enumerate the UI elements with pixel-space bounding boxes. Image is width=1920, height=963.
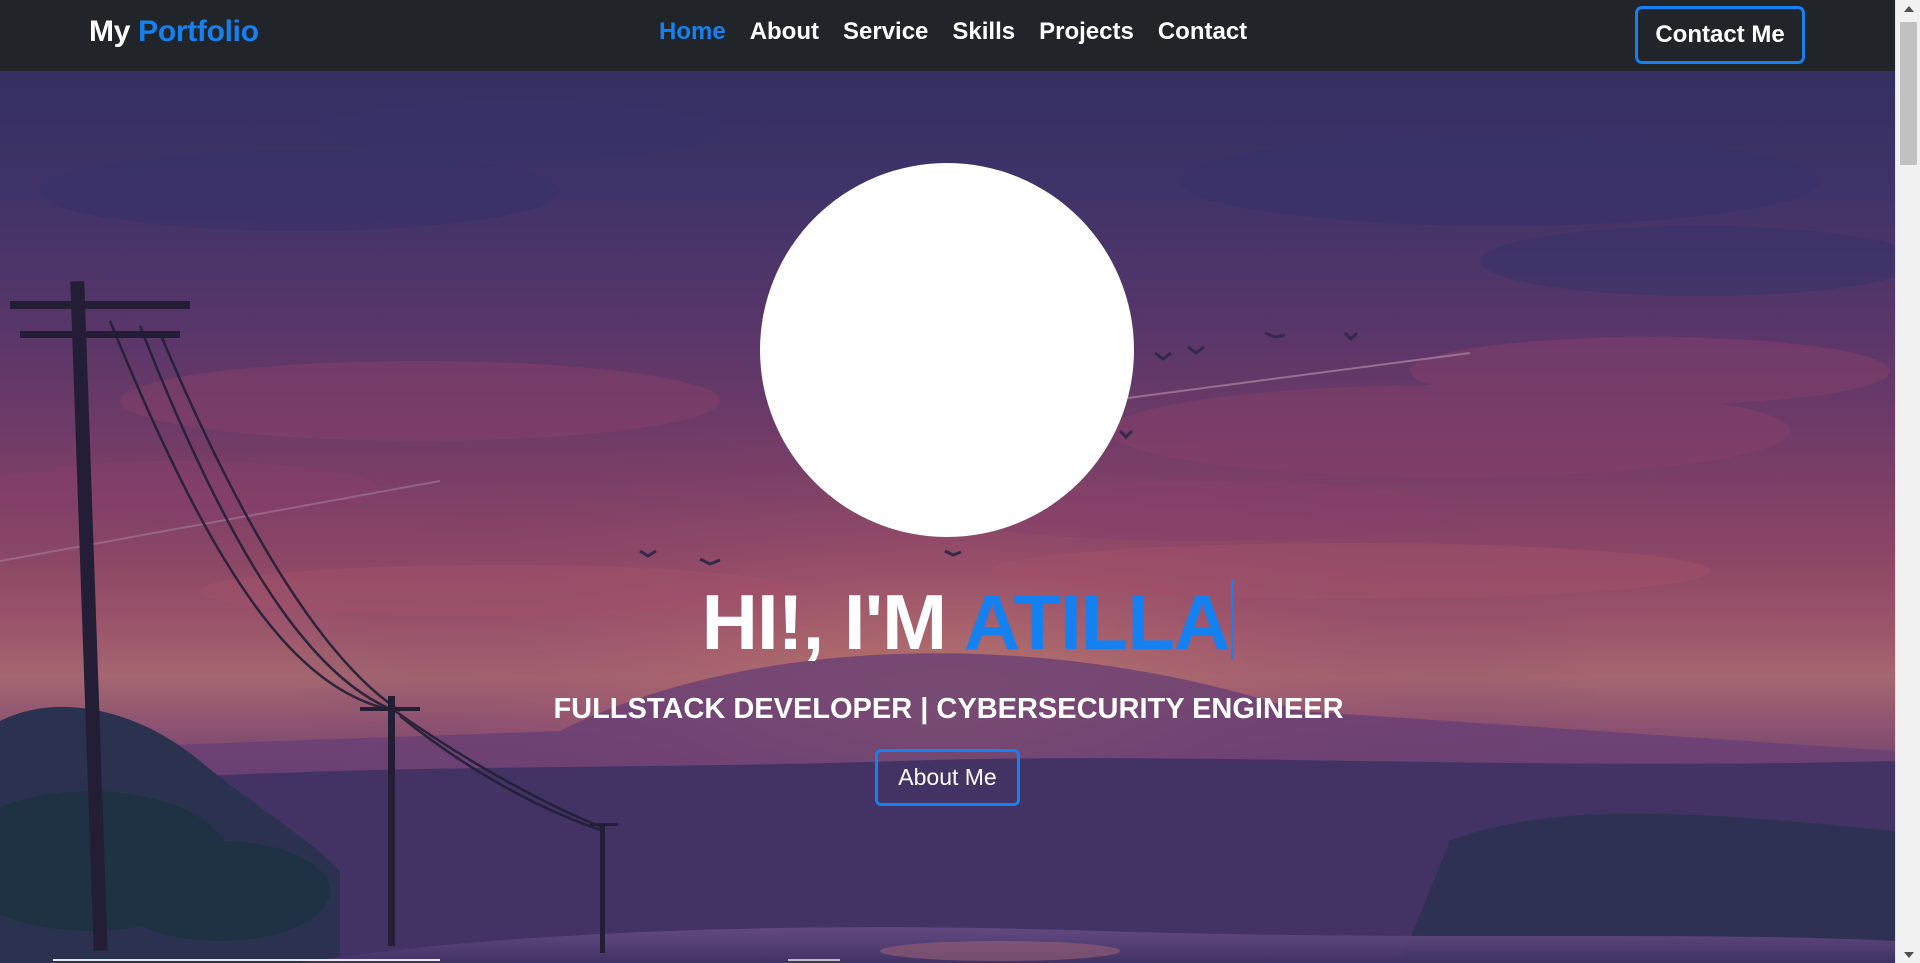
contact-me-button[interactable]: Contact Me [1635,6,1805,64]
scroll-up-arrow-icon[interactable] [1896,0,1920,17]
hero-section: HI!, I'M ATILLA FULLSTACK DEVELOPER | CY… [0,71,1895,963]
about-me-button[interactable]: About Me [875,749,1020,806]
nav-links: Home About Service Skills Projects Conta… [659,18,1247,46]
hero-subtitle: FULLSTACK DEVELOPER | CYBERSECURITY ENGI… [553,693,1344,725]
nav-link-service[interactable]: Service [843,18,928,46]
hero-name: ATILLA [963,578,1230,666]
hero-headline: HI!, I'M ATILLA [0,576,1895,670]
brand-logo[interactable]: My Portfolio [89,15,259,49]
nav-link-skills[interactable]: Skills [952,18,1015,46]
nav-link-contact[interactable]: Contact [1158,18,1247,46]
nav-link-about[interactable]: About [750,18,819,46]
nav-link-home[interactable]: Home [659,18,726,46]
brand-accent: Portfolio [138,15,259,48]
profile-avatar [760,163,1134,537]
page-bottom-divider [53,959,440,961]
page-bottom-divider-short [788,959,840,961]
page-viewport: My Portfolio Home About Service Skills P… [0,0,1895,963]
typing-cursor [1231,579,1234,659]
nav-link-projects[interactable]: Projects [1039,18,1134,46]
vertical-scrollbar[interactable] [1895,0,1920,963]
navbar: My Portfolio Home About Service Skills P… [0,0,1895,71]
scroll-down-arrow-icon[interactable] [1896,946,1920,963]
brand-prefix: My [89,15,131,48]
scrollbar-thumb[interactable] [1900,22,1917,165]
hero-greeting: HI!, I'M [701,578,948,666]
